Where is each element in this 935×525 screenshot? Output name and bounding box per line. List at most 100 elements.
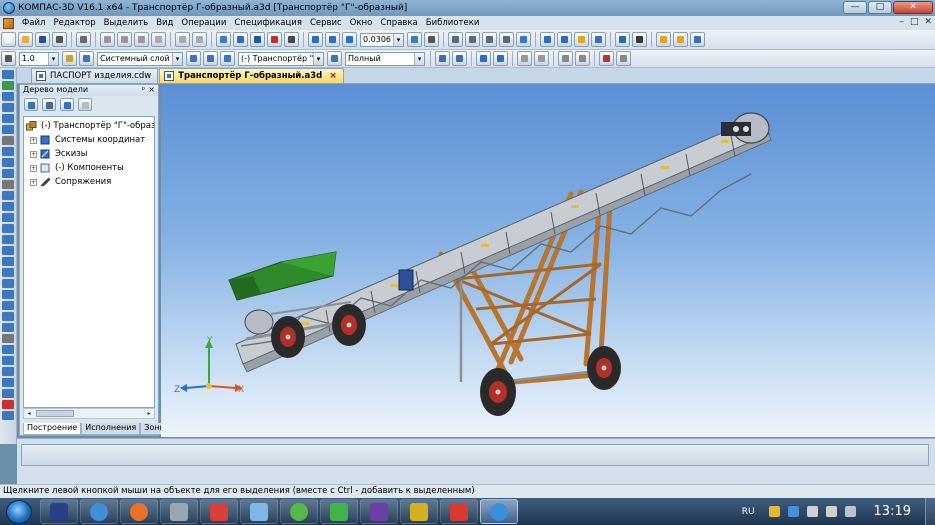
- component-edit-icon[interactable]: [220, 51, 235, 66]
- tree-structure-icon[interactable]: [24, 98, 38, 111]
- zoom-scale-field[interactable]: 0.0306 ▾: [360, 32, 404, 47]
- menu-view[interactable]: Вид: [152, 18, 177, 28]
- taskbar-app-game[interactable]: [400, 499, 438, 524]
- mate-icon[interactable]: [2, 290, 14, 299]
- axis-icon[interactable]: [2, 224, 14, 233]
- shaded-view-icon[interactable]: [448, 32, 463, 47]
- report-icon[interactable]: [2, 334, 14, 343]
- taskbar-app-notes[interactable]: [240, 499, 278, 524]
- wireframe-view-icon[interactable]: [465, 32, 480, 47]
- tools-icon[interactable]: [558, 51, 573, 66]
- sweep-icon[interactable]: [2, 114, 14, 123]
- perspective-icon[interactable]: [540, 32, 555, 47]
- tools-dropdown-icon[interactable]: [575, 51, 590, 66]
- expand-icon[interactable]: +: [30, 164, 37, 172]
- close-button[interactable]: ✕: [893, 1, 933, 14]
- surface-icon[interactable]: [2, 257, 14, 266]
- options-icon[interactable]: [534, 51, 549, 66]
- panel-toggle-icon[interactable]: [615, 32, 630, 47]
- pipeline-icon[interactable]: [2, 367, 14, 376]
- display-mode-icon[interactable]: [327, 51, 342, 66]
- revolve-icon[interactable]: [2, 103, 14, 112]
- chevron-down-icon[interactable]: ▾: [414, 52, 424, 65]
- tab-executions[interactable]: Исполнения: [81, 423, 141, 435]
- menu-libraries[interactable]: Библиотеки: [422, 18, 484, 28]
- print-icon[interactable]: [52, 32, 67, 47]
- tab-passport-drawing[interactable]: ПАСПОРТ изделия.cdw: [31, 68, 159, 83]
- maximize-button[interactable]: □: [868, 1, 892, 14]
- taskbar-app-visual-studio[interactable]: [360, 499, 398, 524]
- tray-expand-icon[interactable]: [844, 506, 856, 517]
- expand-icon[interactable]: +: [30, 136, 37, 144]
- fillet-icon[interactable]: [2, 136, 14, 145]
- macro-icon[interactable]: [2, 356, 14, 365]
- print-preview-icon[interactable]: [76, 32, 91, 47]
- scroll-thumb[interactable]: [36, 410, 74, 417]
- cut-icon[interactable]: [100, 32, 115, 47]
- tree-item-components[interactable]: + (-) Компоненты: [24, 161, 154, 175]
- taskbar-app-save[interactable]: [40, 499, 78, 524]
- plane-icon[interactable]: [2, 213, 14, 222]
- chevron-down-icon[interactable]: ▾: [48, 52, 58, 65]
- cable-icon[interactable]: [2, 378, 14, 387]
- help-pointer-icon[interactable]: [284, 32, 299, 47]
- menu-window[interactable]: Окно: [346, 18, 377, 28]
- taskbar-app-kompas[interactable]: [480, 499, 518, 524]
- expand-icon[interactable]: +: [30, 178, 37, 186]
- tree-sync-icon[interactable]: [78, 98, 92, 111]
- array-icon[interactable]: [2, 191, 14, 200]
- sketch-icon[interactable]: [2, 81, 14, 90]
- properties-icon[interactable]: [632, 32, 647, 47]
- menu-specification[interactable]: Спецификация: [230, 18, 306, 28]
- rotate-icon[interactable]: [407, 32, 422, 47]
- grid-icon[interactable]: [1, 51, 16, 66]
- function-icon[interactable]: [250, 32, 265, 47]
- new-document-icon[interactable]: [1, 32, 16, 47]
- tree-item-coordinate-systems[interactable]: + Системы координат: [24, 133, 154, 147]
- redo-icon[interactable]: [192, 32, 207, 47]
- layer-select[interactable]: Системный слой (0) ▾: [97, 51, 183, 66]
- menu-help[interactable]: Справка: [376, 18, 421, 28]
- pin-icon[interactable]: ᵖ: [142, 85, 145, 96]
- measure-dropdown-icon[interactable]: [493, 51, 508, 66]
- shaded-edges-icon[interactable]: [516, 32, 531, 47]
- chevron-down-icon[interactable]: ▾: [172, 52, 182, 65]
- doc-close-button[interactable]: ✕: [924, 17, 932, 27]
- measure-icon[interactable]: [476, 51, 491, 66]
- filter-dropdown-icon[interactable]: [452, 51, 467, 66]
- scroll-right-icon[interactable]: ▸: [144, 409, 154, 418]
- tray-volume-icon[interactable]: [806, 506, 818, 517]
- display-filter-icon[interactable]: [591, 32, 606, 47]
- part-select[interactable]: (-) Транспортёр "Г"- ▾: [238, 51, 324, 66]
- orientation-cube-icon[interactable]: [203, 51, 218, 66]
- measure-tool-icon[interactable]: [2, 301, 14, 310]
- tree-root-item[interactable]: (-) Транспортёр "Г"-образны: [24, 119, 154, 133]
- snap-icon[interactable]: [62, 51, 77, 66]
- design-library-icon[interactable]: [673, 32, 688, 47]
- spec-icon[interactable]: [2, 323, 14, 332]
- chevron-down-icon[interactable]: ▾: [313, 52, 323, 65]
- settings-gear-icon[interactable]: [517, 51, 532, 66]
- zoom-window-icon[interactable]: [308, 32, 323, 47]
- tray-app-icon[interactable]: [768, 506, 780, 517]
- layer-icon[interactable]: [79, 51, 94, 66]
- mirror-icon[interactable]: [2, 202, 14, 211]
- save-icon[interactable]: [35, 32, 50, 47]
- doc-restore-button[interactable]: □: [910, 17, 919, 27]
- point-icon[interactable]: [2, 235, 14, 244]
- taskbar-app-firefox[interactable]: [120, 499, 158, 524]
- manager-icon[interactable]: [216, 32, 231, 47]
- curve-icon[interactable]: [2, 246, 14, 255]
- component-icon[interactable]: [2, 279, 14, 288]
- copy-icon[interactable]: [117, 32, 132, 47]
- show-desktop-button[interactable]: [925, 498, 935, 525]
- hidden-lines-icon[interactable]: [482, 32, 497, 47]
- sheet-metal-icon[interactable]: [2, 268, 14, 277]
- taskbar-app-utorrent[interactable]: [280, 499, 318, 524]
- layer-manager-icon[interactable]: [186, 51, 201, 66]
- minimize-button[interactable]: —: [843, 1, 867, 14]
- close-tab-icon[interactable]: ×: [329, 71, 337, 81]
- mode-select[interactable]: Полный ▾: [345, 51, 425, 66]
- tolerance-icon[interactable]: [2, 400, 14, 409]
- tree-view-mode-icon[interactable]: [42, 98, 56, 111]
